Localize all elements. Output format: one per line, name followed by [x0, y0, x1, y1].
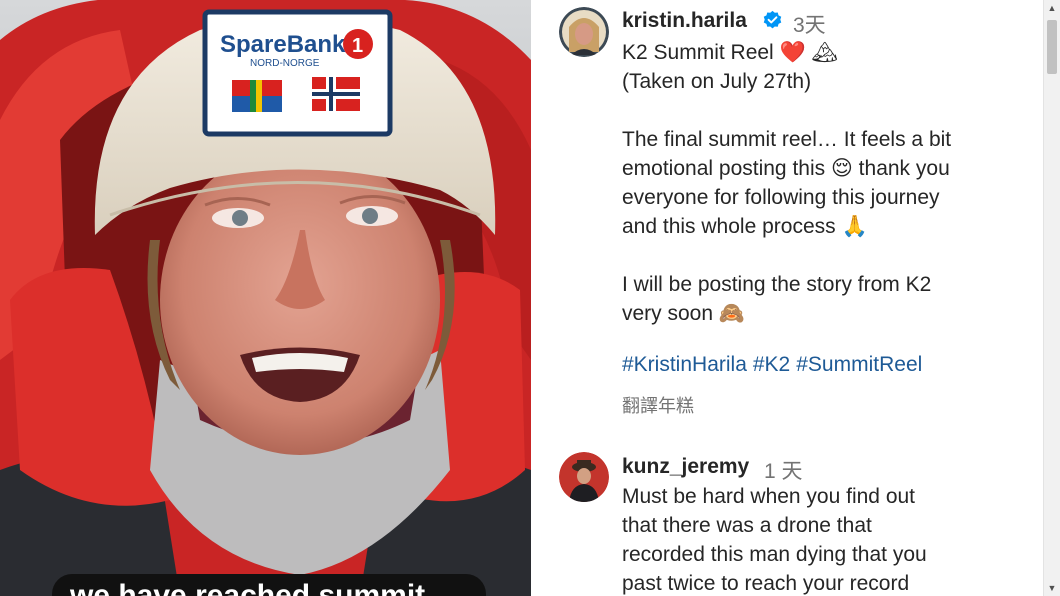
video-frame: SpareBank 1 NORD-NORGE — [0, 0, 531, 596]
translate-link[interactable]: 翻譯年糕 — [622, 392, 694, 418]
sami-flag-icon — [232, 80, 282, 112]
patch-number-text: 1 — [352, 35, 363, 57]
scrollbar-thumb[interactable] — [1047, 20, 1057, 74]
hashtag-link[interactable]: #SummitReel — [796, 353, 922, 376]
comment-line: Must be hard when you find out — [622, 485, 916, 508]
video-subtitle: we have reached summit — [52, 574, 486, 596]
comment-line: past twice to reach your record — [622, 572, 910, 595]
comment-line: recorded this man dying that you — [622, 543, 927, 566]
caption-line: and this whole process 🙏 — [622, 215, 868, 238]
arrow-up-icon[interactable]: ▲ — [1044, 0, 1060, 16]
caption-line: K2 Summit Reel ❤️ 🏔 — [622, 41, 839, 64]
caption-line: very soon 🙈 — [622, 302, 746, 325]
arrow-down-icon[interactable]: ▼ — [1044, 580, 1060, 596]
reel-video[interactable]: SpareBank 1 NORD-NORGE we have reached s… — [0, 0, 531, 596]
comment-author-username[interactable]: kunz_jeremy — [622, 455, 749, 479]
hashtag-link[interactable]: #K2 — [753, 353, 790, 376]
post-timestamp[interactable]: 3天 — [793, 9, 826, 39]
post-hashtags: #KristinHarila #K2 #SummitReel — [622, 353, 928, 377]
patch-brand-text: SpareBank — [220, 31, 346, 58]
comment-text: Must be hard when you find out that ther… — [622, 482, 1022, 596]
post-author-username[interactable]: kristin.harila — [622, 9, 747, 33]
post-caption: K2 Summit Reel ❤️ 🏔 (Taken on July 27th)… — [622, 38, 1022, 328]
patch-region-text: NORD-NORGE — [250, 58, 320, 69]
comment-author-avatar[interactable] — [559, 452, 609, 502]
comment-line: that there was a drone that — [622, 514, 872, 537]
caption-line: emotional posting this 😌 thank you — [622, 157, 950, 180]
comment-timestamp[interactable]: 1 天 — [764, 455, 803, 485]
page-scrollbar[interactable]: ▲ ▼ — [1043, 0, 1060, 596]
caption-line: everyone for following this journey — [622, 186, 940, 209]
post-details-panel: kristin.harila 3天 K2 Summit Reel ❤️ 🏔 (T… — [531, 0, 1043, 596]
verified-badge-icon — [763, 10, 782, 29]
caption-line: (Taken on July 27th) — [622, 70, 812, 93]
caption-line: The final summit reel… It feels a bit — [622, 128, 952, 151]
caption-line: I will be posting the story from K2 — [622, 273, 932, 296]
norway-flag-icon — [312, 77, 360, 111]
post-author-avatar[interactable] — [559, 7, 609, 57]
hashtag-link[interactable]: #KristinHarila — [622, 353, 747, 376]
